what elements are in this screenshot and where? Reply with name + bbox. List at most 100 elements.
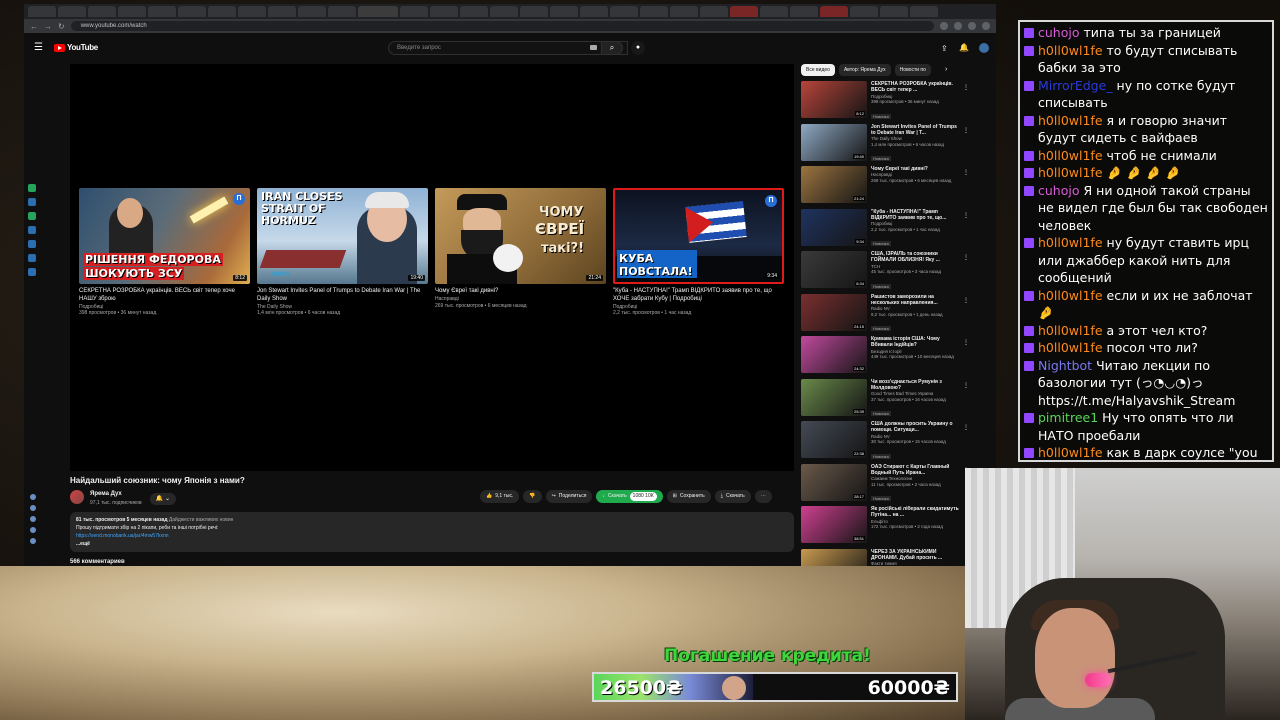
- chip-news[interactable]: Новости по: [894, 64, 931, 76]
- browser-tab[interactable]: [850, 6, 878, 17]
- app-icon[interactable]: [28, 268, 36, 276]
- card-thumbnail[interactable]: КУБА ПОВСТАЛА! П 9:34: [613, 188, 784, 284]
- chat-username[interactable]: h0ll0wl1fe: [1038, 165, 1103, 180]
- chat-username[interactable]: cuhojo: [1038, 183, 1080, 198]
- description-box[interactable]: 81 тыс. просмотров 5 месяцев назад Дайдж…: [70, 512, 794, 552]
- recommendation-item[interactable]: 21:24 Чому Євреї такі дивні? Насправді 269 …: [801, 166, 991, 209]
- chat-username[interactable]: MirrorEdge_: [1038, 78, 1113, 93]
- search-button[interactable]: ⌕: [601, 41, 623, 55]
- chat-username[interactable]: h0ll0wl1fe: [1038, 288, 1103, 303]
- browser-tab[interactable]: [58, 6, 86, 17]
- browser-tab[interactable]: [400, 6, 428, 17]
- browser-tab[interactable]: [490, 6, 518, 17]
- recommendation-thumbnail[interactable]: 9:34: [801, 208, 867, 246]
- microphone-icon[interactable]: ●: [631, 41, 645, 55]
- recommendation-thumbnail[interactable]: 24:32: [801, 336, 867, 373]
- like-button[interactable]: 👍 9,1 тыс.: [480, 490, 520, 503]
- more-options-icon[interactable]: ⋮: [963, 212, 969, 219]
- x-icon[interactable]: [28, 240, 36, 248]
- reload-icon[interactable]: ↻: [58, 22, 65, 31]
- chat-username[interactable]: h0ll0wl1fe: [1038, 340, 1103, 355]
- more-actions-button[interactable]: ⋯: [754, 490, 772, 503]
- recommendation-title[interactable]: СЕКРЕТНА РОЗРОБКА українців. ВЕСЬ світ т…: [871, 81, 959, 94]
- url-field[interactable]: www.youtube.com/watch: [70, 21, 934, 31]
- more-options-icon[interactable]: ⋮: [963, 169, 969, 176]
- download-extension-button[interactable]: ↓ Скачать 1080 10К: [596, 490, 663, 503]
- recommendation-item[interactable]: 6:34 США, ІЗРАЇЛЬ та союзники ГОЙМАЛИ ОБЛ…: [801, 251, 991, 294]
- card-thumbnail[interactable]: ЧОМУ ЄВРЕЇ такі?! 21:24: [435, 188, 606, 284]
- card-channel[interactable]: Подробиці: [79, 304, 250, 311]
- forward-icon[interactable]: →: [44, 22, 52, 31]
- more-options-icon[interactable]: ⋮: [963, 254, 969, 261]
- browser-tab[interactable]: [700, 6, 728, 17]
- recommendation-item[interactable]: 28:17 ОАЭ Стирают с Карты Главный Водный …: [801, 463, 991, 507]
- browser-tab[interactable]: [148, 6, 176, 17]
- more-icon[interactable]: [30, 538, 36, 544]
- chat-username[interactable]: h0ll0wl1fe: [1038, 43, 1103, 58]
- save-button[interactable]: ⊞ Сохранить: [666, 490, 711, 503]
- chat-username[interactable]: Nightbot: [1038, 358, 1092, 373]
- more-options-icon[interactable]: ⋮: [963, 297, 969, 304]
- telegram-icon[interactable]: [28, 226, 36, 234]
- history-icon[interactable]: [30, 505, 36, 511]
- card-thumbnail[interactable]: IRAN CLOSES STRAIT OF HORMUZ SHOW 19:40: [257, 188, 428, 284]
- card-title[interactable]: Чому Євреї такі дивні?: [435, 288, 606, 296]
- chevron-right-icon[interactable]: ›: [945, 66, 947, 73]
- keyboard-icon[interactable]: [590, 45, 597, 50]
- whatsapp-icon[interactable]: [28, 184, 36, 192]
- dislike-button[interactable]: 👎: [523, 490, 542, 503]
- more-options-icon[interactable]: ⋮: [963, 424, 969, 431]
- notifications-bell-icon[interactable]: 🔔: [959, 43, 969, 52]
- endscreen-card[interactable]: IRAN CLOSES STRAIT OF HORMUZ SHOW 19:40 …: [257, 188, 428, 317]
- browser-tab[interactable]: [118, 6, 146, 17]
- more-options-icon[interactable]: ⋮: [963, 84, 969, 91]
- recommendation-thumbnail[interactable]: 22:38: [801, 421, 867, 458]
- endscreen-card[interactable]: КУБА ПОВСТАЛА! П 9:34 "Куба - НАСТУПНА!"…: [613, 188, 784, 317]
- chip-author[interactable]: Автор: Ярема Дух: [838, 64, 891, 76]
- recommendation-item[interactable]: 25:39 Чи возз'єднається Румунія з Молдово…: [801, 378, 991, 422]
- recommendation-item[interactable]: 8:12 СЕКРЕТНА РОЗРОБКА українців. ВЕСЬ св…: [801, 81, 991, 124]
- create-video-icon[interactable]: ⇪: [941, 44, 948, 53]
- browser-tab[interactable]: [880, 6, 908, 17]
- share-button[interactable]: ↪ Поделиться: [545, 490, 593, 503]
- recommendation-title[interactable]: США должны просить Украину о помощи. Сит…: [871, 421, 959, 434]
- recommendation-title[interactable]: США, ІЗРАЇЛЬ та союзники ГОЙМАЛИ ОБЛИЗНЯ…: [871, 251, 959, 264]
- recommendation-title[interactable]: Jon Stewart Invites Panel of Trumps to D…: [871, 124, 959, 137]
- card-channel[interactable]: The Daily Show: [257, 304, 428, 311]
- recommendation-item[interactable]: 22:38 США должны просить Украину о помощи…: [801, 421, 991, 464]
- endscreen-card[interactable]: ЧОМУ ЄВРЕЇ такі?! 21:24 Чому Євреї такі …: [435, 188, 606, 317]
- browser-tab[interactable]: [730, 6, 758, 17]
- recommendation-thumbnail[interactable]: 24:15: [801, 293, 867, 331]
- bulb-icon[interactable]: [30, 527, 36, 533]
- description-tag[interactable]: Дайджести важливих новин: [169, 517, 234, 523]
- recommendation-title[interactable]: Чи возз'єднається Румунія з Молдовою?: [871, 379, 959, 392]
- browser-tab[interactable]: [670, 6, 698, 17]
- recommendation-item[interactable]: 19:40 Jon Stewart Invites Panel of Trumps…: [801, 123, 991, 167]
- browser-tab[interactable]: [910, 6, 938, 17]
- recommendation-item[interactable]: 38:51 Як російські ліберали скидатимуть П…: [801, 506, 991, 549]
- browser-tab[interactable]: [328, 6, 356, 17]
- description-link[interactable]: https://send.monobank.ua/jar/4mw57kxnn: [76, 533, 788, 539]
- browser-tab[interactable]: [820, 6, 848, 17]
- recommendation-thumbnail[interactable]: 38:51: [801, 506, 867, 543]
- more-options-icon[interactable]: ⋮: [963, 382, 969, 389]
- browser-tab[interactable]: [580, 6, 608, 17]
- profile-icon[interactable]: [982, 22, 990, 30]
- extension-icon[interactable]: [968, 22, 976, 30]
- recommendation-item[interactable]: 9:34 "Куба - НАСТУПНА!" Трамп ВІДКРИТО за…: [801, 208, 991, 252]
- heart-icon[interactable]: [30, 494, 36, 500]
- recommendation-title[interactable]: Рашистов заморозили на нескольких направ…: [871, 294, 959, 307]
- recommendation-item[interactable]: 24:15 Рашистов заморозили на нескольких н…: [801, 293, 991, 337]
- recommendation-thumbnail[interactable]: 6:34: [801, 251, 867, 288]
- subscription-bell-button[interactable]: 🔔 ⌄: [150, 493, 176, 505]
- card-thumbnail[interactable]: РІШЕННЯ ФЕДОРОВА ШОКУЮТЬ ЗСУ П 8:12: [79, 188, 250, 284]
- more-options-icon[interactable]: ⋮: [963, 127, 969, 134]
- chip-all-videos[interactable]: Все видео: [801, 64, 835, 76]
- browser-tab[interactable]: [28, 6, 56, 17]
- recommendation-item[interactable]: ЧЕРЕЗ ЗА УКРАЇНСЬКИМИ ДРОНАМИ. Дубай про…: [801, 548, 991, 566]
- show-more-button[interactable]: ...ещё: [76, 541, 788, 547]
- recommendation-title[interactable]: ОАЭ Стирают с Карты Главный Водный Путь …: [871, 464, 959, 477]
- browser-tab[interactable]: [208, 6, 236, 17]
- browser-tab[interactable]: [298, 6, 326, 17]
- chat-username[interactable]: h0ll0wl1fe: [1038, 235, 1103, 250]
